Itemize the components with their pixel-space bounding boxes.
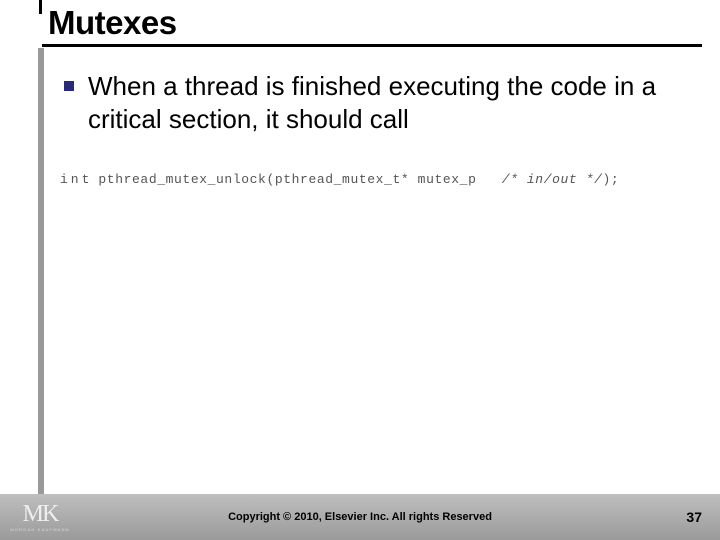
code-keyword: int xyxy=(60,172,92,187)
title-bar: Mutexes xyxy=(42,0,702,47)
code-comment: /* in/out */ xyxy=(502,172,603,187)
code-argtype: pthread_mutex_t* xyxy=(275,172,409,187)
logo-subtext: MORGAN KAUFMANN xyxy=(10,527,70,532)
page-number: 37 xyxy=(686,509,702,525)
square-bullet-icon xyxy=(64,81,74,91)
slide-title: Mutexes xyxy=(48,4,702,42)
copyright-text: Copyright © 2010, Elsevier Inc. All righ… xyxy=(0,511,720,523)
code-fn: pthread_mutex_unlock xyxy=(98,172,266,187)
code-close: ); xyxy=(603,172,620,187)
bullet-item: When a thread is finished executing the … xyxy=(64,70,684,135)
code-signature: int pthread_mutex_unlock(pthread_mutex_t*… xyxy=(60,172,670,187)
code-argname: mutex_p xyxy=(418,172,477,187)
body-content: When a thread is finished executing the … xyxy=(64,70,684,135)
code-open: ( xyxy=(266,172,274,187)
footer-bar: MK MORGAN KAUFMANN Copyright © 2010, Els… xyxy=(0,494,720,540)
left-vertical-rule xyxy=(38,48,44,494)
slide: Mutexes When a thread is finished execut… xyxy=(0,0,720,540)
bullet-text: When a thread is finished executing the … xyxy=(88,70,684,135)
